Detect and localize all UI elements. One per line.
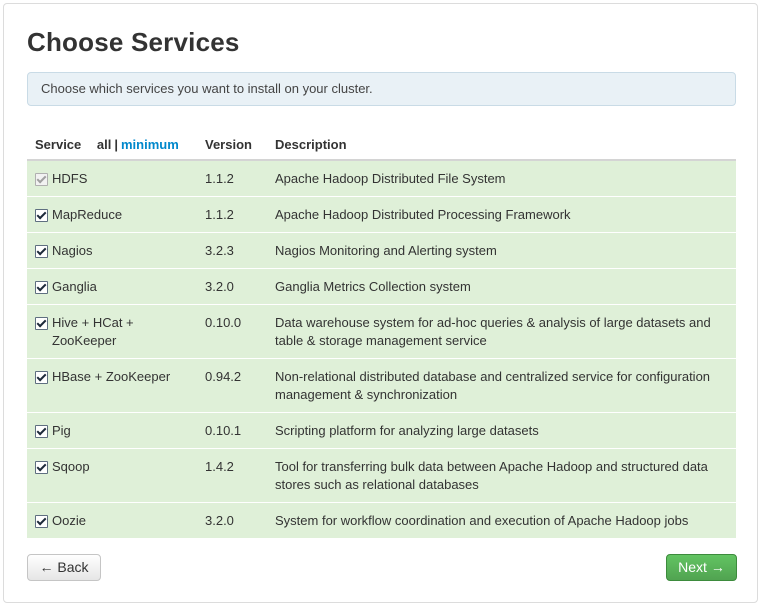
info-alert: Choose which services you want to instal… — [27, 72, 736, 106]
service-name: Ganglia — [52, 279, 97, 294]
service-name: HBase + ZooKeeper — [52, 369, 171, 384]
next-button[interactable]: Next → — [666, 554, 737, 581]
service-row: HDFS 1.1.2 Apache Hadoop Distributed File … — [27, 159, 736, 197]
service-checkbox — [35, 173, 48, 186]
select-all-link[interactable]: all — [97, 137, 111, 152]
select-links: all | minimum — [97, 137, 179, 152]
service-name: Nagios — [52, 243, 93, 258]
service-description: System for workflow coordination and exe… — [267, 502, 736, 538]
service-cell: Sqoop — [27, 448, 197, 503]
services-table: Service all | minimum Version Description … — [27, 129, 736, 538]
service-description: Apache Hadoop Distributed File System — [267, 159, 736, 197]
service-name-wrap: Sqoop — [35, 458, 197, 476]
service-name: Sqoop — [52, 459, 90, 474]
service-version: 3.2.0 — [197, 502, 267, 538]
service-name-wrap: HDFS — [35, 170, 197, 188]
service-row: Oozie 3.2.0 System for workflow coordinati… — [27, 502, 736, 538]
service-checkbox[interactable] — [35, 317, 48, 330]
service-checkbox[interactable] — [35, 515, 48, 528]
service-checkbox[interactable] — [35, 209, 48, 222]
service-cell: Pig — [27, 412, 197, 449]
link-separator: | — [114, 136, 118, 152]
service-version: 1.1.2 — [197, 159, 267, 197]
service-name-wrap: MapReduce — [35, 206, 197, 224]
service-cell: MapReduce — [27, 196, 197, 233]
service-name-wrap: Oozie — [35, 512, 197, 530]
select-minimum-link[interactable]: minimum — [121, 137, 179, 152]
service-row: Hive + HCat + ZooKeeper 0.10.0 Data wareho… — [27, 304, 736, 359]
service-name-wrap: Nagios — [35, 242, 197, 260]
wizard-panel: Choose Services Choose which services yo… — [3, 3, 758, 603]
table-header-row: Service all | minimum Version Description — [27, 129, 736, 161]
service-name: Hive + HCat + ZooKeeper — [52, 315, 134, 348]
service-row: MapReduce 1.1.2 Apache Hadoop Distributed … — [27, 196, 736, 233]
service-name-wrap: Pig — [35, 422, 197, 440]
page-title: Choose Services — [27, 27, 240, 57]
service-row: Nagios 3.2.3 Nagios Monitoring and Alertin… — [27, 232, 736, 269]
service-checkbox[interactable] — [35, 371, 48, 384]
service-row: Ganglia 3.2.0 Ganglia Metrics Collection s… — [27, 268, 736, 305]
service-description: Non-relational distributed database and … — [267, 358, 736, 413]
service-cell: HBase + ZooKeeper — [27, 358, 197, 413]
service-cell: Nagios — [27, 232, 197, 269]
service-name: HDFS — [52, 171, 88, 186]
service-cell: Hive + HCat + ZooKeeper — [27, 304, 197, 359]
services-table-body: HDFS 1.1.2 Apache Hadoop Distributed File … — [27, 159, 736, 538]
header-service: Service all | minimum — [27, 129, 197, 161]
service-cell: HDFS — [27, 159, 197, 197]
service-name-wrap: HBase + ZooKeeper — [35, 368, 197, 386]
service-description: Tool for transferring bulk data between … — [267, 448, 736, 503]
service-description: Nagios Monitoring and Alerting system — [267, 232, 736, 269]
service-row: HBase + ZooKeeper 0.94.2 Non-relational di… — [27, 358, 736, 413]
header-service-label: Service — [35, 136, 82, 152]
service-checkbox[interactable] — [35, 281, 48, 294]
service-version: 1.1.2 — [197, 196, 267, 233]
service-checkbox[interactable] — [35, 245, 48, 258]
service-name: MapReduce — [52, 207, 123, 222]
header-description: Description — [267, 129, 736, 161]
service-description: Data warehouse system for ad-hoc queries… — [267, 304, 736, 359]
service-description: Ganglia Metrics Collection system — [267, 268, 736, 305]
service-checkbox[interactable] — [35, 425, 48, 438]
service-description: Apache Hadoop Distributed Processing Fra… — [267, 196, 736, 233]
service-version: 0.94.2 — [197, 358, 267, 413]
service-version: 0.10.1 — [197, 412, 267, 449]
service-row: Pig 0.10.1 Scripting platform for analyzin… — [27, 412, 736, 449]
header-version: Version — [197, 129, 267, 161]
service-name: Oozie — [52, 513, 86, 528]
service-name: Pig — [52, 423, 71, 438]
service-name-wrap: Ganglia — [35, 278, 197, 296]
back-button[interactable]: ← Back — [27, 554, 101, 581]
service-version: 1.4.2 — [197, 448, 267, 503]
service-row: Sqoop 1.4.2 Tool for transferring bulk dat… — [27, 448, 736, 503]
service-description: Scripting platform for analyzing large d… — [267, 412, 736, 449]
service-cell: Ganglia — [27, 268, 197, 305]
service-version: 3.2.0 — [197, 268, 267, 305]
service-cell: Oozie — [27, 502, 197, 538]
service-checkbox[interactable] — [35, 461, 48, 474]
service-name-wrap: Hive + HCat + ZooKeeper — [35, 314, 197, 350]
service-version: 0.10.0 — [197, 304, 267, 359]
service-version: 3.2.3 — [197, 232, 267, 269]
